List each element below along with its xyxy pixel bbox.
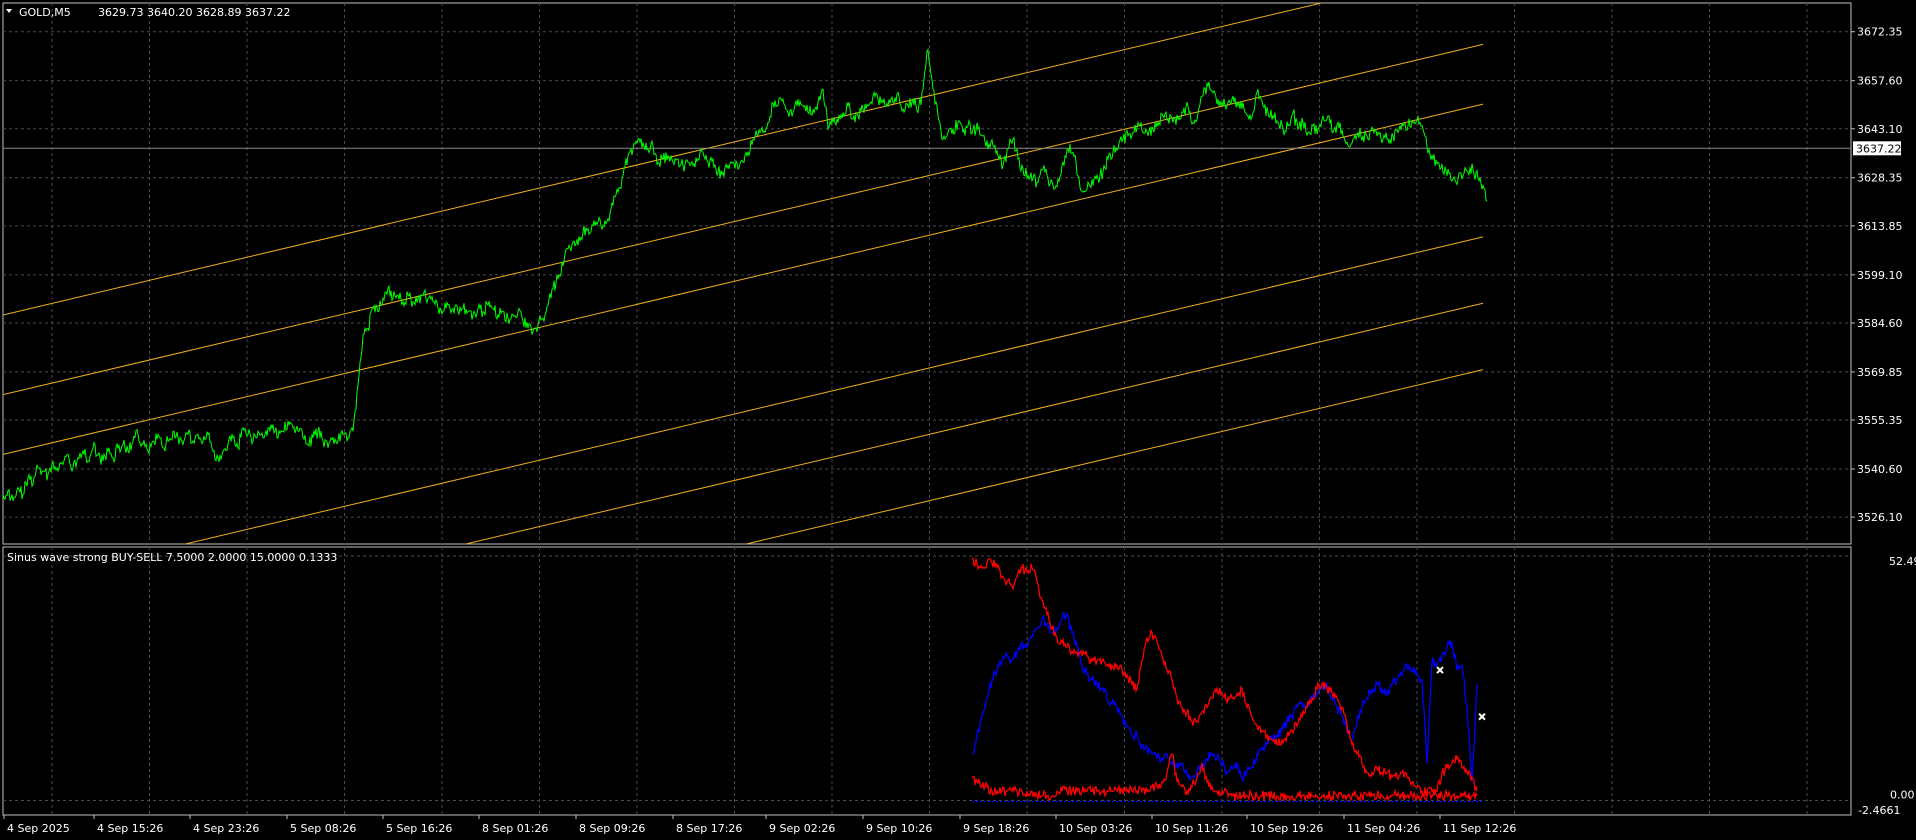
current-price-tag: 3637.22 [1853,141,1902,156]
x-tick-label: 8 Sep 17:26 [676,822,742,835]
x-tick-label: 4 Sep 2025 [7,822,70,835]
x-tick-label: 10 Sep 19:26 [1250,822,1323,835]
y-tick-label: 3555.35 [1857,414,1903,427]
y-tick-label: -2.4661 [1858,804,1900,817]
y-tick-label: 3569.85 [1857,366,1903,379]
indicator-label: Sinus wave strong BUY-SELL 7.5000 2.0000… [7,551,337,564]
x-tick-label: 4 Sep 23:26 [193,822,259,835]
y-tick-label: 3613.85 [1857,220,1903,233]
x-tick-label: 11 Sep 04:26 [1347,822,1420,835]
time-axis: 4 Sep 2025 4 Sep 15:26 4 Sep 23:26 5 Sep 08… [3,815,1516,835]
x-tick-label: 9 Sep 18:26 [963,822,1029,835]
trading-chart[interactable]: 3672.35 3657.60 3643.10 3628.35 3613.85 3599.… [0,0,1916,840]
x-tick-label: 10 Sep 03:26 [1059,822,1132,835]
main-panel[interactable] [2,2,1852,545]
x-tick-label: 10 Sep 11:26 [1155,822,1228,835]
x-tick-label: 8 Sep 01:26 [482,822,548,835]
ohlc-label: 3629.73 3640.20 3628.89 3637.22 [98,6,290,19]
y-tick-label: 52.4984 [1889,555,1916,568]
price-axis: 3672.35 3657.60 3643.10 3628.35 3613.85 3599.… [1851,26,1903,524]
x-tick-label: 4 Sep 15:26 [97,822,163,835]
x-tick-label: 5 Sep 08:26 [290,822,356,835]
x-tick-label: 8 Sep 09:26 [579,822,645,835]
y-tick-label: 0.00 [1890,789,1915,802]
y-tick-label: 3657.60 [1857,75,1903,88]
y-tick-label: 3628.35 [1857,172,1903,185]
indicator-axis: 52.4984 0.00 -2.4661 [1858,555,1916,817]
y-tick-label: 3540.60 [1857,463,1903,476]
y-tick-label: 3526.10 [1857,511,1903,524]
x-tick-label: 9 Sep 02:26 [769,822,835,835]
y-tick-label: 3599.10 [1857,269,1903,282]
x-tick-label: 5 Sep 16:26 [386,822,452,835]
x-tick-label: 11 Sep 12:26 [1443,822,1516,835]
y-tick-label: 3672.35 [1857,26,1903,39]
chart-header[interactable]: GOLD,M5 3629.73 3640.20 3628.89 3637.22 [6,6,290,19]
symbol-label: GOLD,M5 [19,6,71,19]
x-tick-label: 9 Sep 10:26 [866,822,932,835]
y-tick-label: 3643.10 [1857,123,1903,136]
y-tick-label: 3584.60 [1857,317,1903,330]
indicator-panel[interactable] [2,546,1852,816]
current-price-label: 3637.22 [1856,142,1902,155]
